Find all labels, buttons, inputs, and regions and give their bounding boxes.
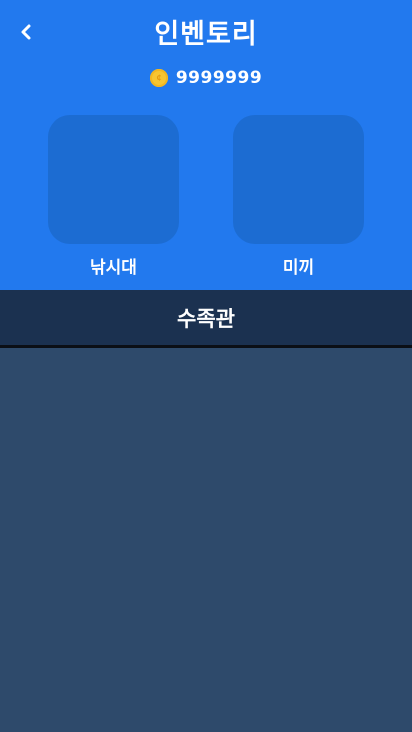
fishing-rod-slot-box[interactable] [48,115,179,244]
aquarium-content-area [0,348,412,732]
bait-label: 미끼 [282,258,315,278]
bait-slot-box[interactable] [233,115,364,244]
coin-balance: 9999999 [175,68,263,88]
aquarium-tab[interactable]: 수족관 [0,290,412,348]
bait-slot: 미끼 [233,115,364,278]
fishing-rod-slot: 낚시대 [48,115,179,278]
fishing-rod-label: 낚시대 [90,258,137,278]
currency-display: ₵ 9999999 [0,68,412,88]
inventory-header: 인벤토리 ₵ 9999999 낚시대 미끼 [0,0,412,290]
page-title: 인벤토리 [154,19,258,50]
coin-icon: ₵ [149,69,168,87]
